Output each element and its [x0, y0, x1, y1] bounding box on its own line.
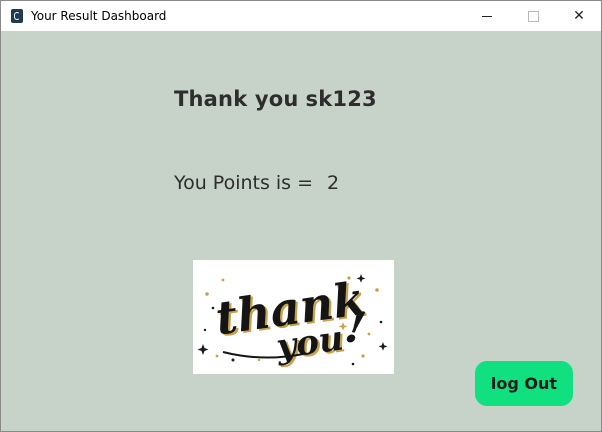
thank-you-label: Thank you — [174, 87, 299, 111]
app-window: Your Result Dashboard ✕ Thank you sk123 Y… — [0, 0, 602, 432]
minimize-button[interactable] — [464, 1, 510, 31]
app-icon — [11, 9, 23, 23]
thank-you-heading: Thank you sk123 — [174, 87, 377, 111]
points-line: You Points is = 2 — [174, 172, 339, 194]
window-title: Your Result Dashboard — [31, 9, 167, 23]
thank-you-artwork: thank thank you you ! — [193, 260, 394, 374]
maximize-button[interactable] — [510, 1, 556, 31]
minimize-icon — [482, 15, 492, 17]
points-label: You Points is = — [174, 172, 314, 194]
close-button[interactable]: ✕ — [556, 1, 602, 31]
maximize-icon — [527, 10, 539, 22]
title-bar[interactable]: Your Result Dashboard ✕ — [1, 1, 601, 31]
points-value: 2 — [327, 172, 340, 194]
close-icon: ✕ — [573, 8, 585, 24]
logout-button[interactable]: log Out — [475, 361, 573, 406]
username: sk123 — [305, 87, 377, 111]
thank-you-image: thank thank you you ! — [193, 260, 394, 374]
